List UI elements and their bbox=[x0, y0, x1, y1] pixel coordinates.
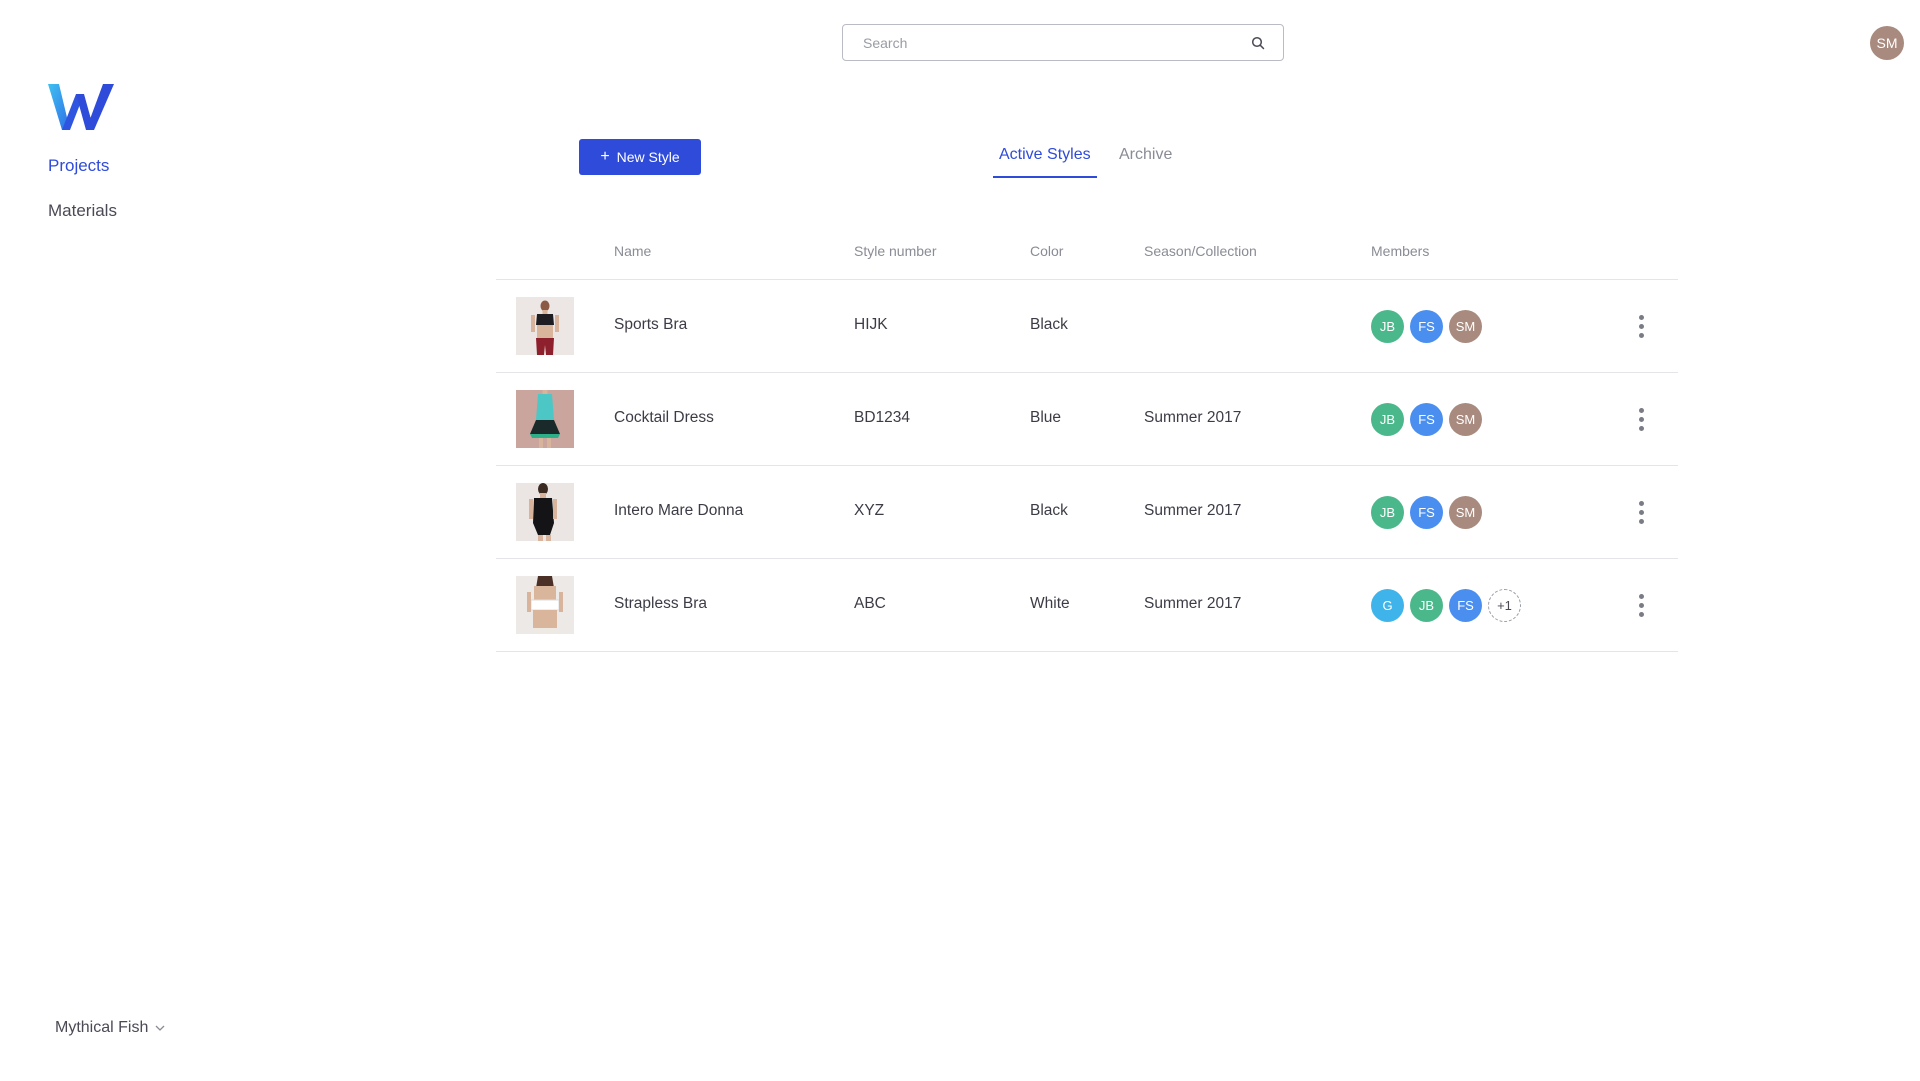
product-thumbnail[interactable] bbox=[516, 576, 574, 634]
style-number: XYZ bbox=[854, 502, 885, 519]
style-number: ABC bbox=[854, 595, 886, 612]
more-members-badge[interactable]: +1 bbox=[1488, 589, 1521, 622]
styles-table: Name Style number Color Season/Collectio… bbox=[496, 230, 1678, 652]
members-list: JB FS SM bbox=[1371, 310, 1482, 343]
member-avatar[interactable]: SM bbox=[1449, 310, 1482, 343]
member-avatar[interactable]: SM bbox=[1449, 496, 1482, 529]
product-thumbnail[interactable] bbox=[516, 483, 574, 541]
plus-icon: + bbox=[600, 148, 610, 165]
column-header-name[interactable]: Name bbox=[614, 243, 651, 259]
style-color: White bbox=[1030, 595, 1070, 612]
new-style-button[interactable]: + New Style bbox=[579, 139, 701, 175]
search-bar[interactable] bbox=[842, 24, 1284, 61]
more-options-icon[interactable] bbox=[1632, 404, 1650, 434]
members-list: G JB FS +1 bbox=[1371, 589, 1521, 622]
column-header-style-number[interactable]: Style number bbox=[854, 243, 936, 259]
members-list: JB FS SM bbox=[1371, 496, 1482, 529]
more-options-icon[interactable] bbox=[1632, 497, 1650, 527]
app-logo[interactable] bbox=[48, 84, 114, 130]
user-avatar[interactable]: SM bbox=[1870, 26, 1904, 60]
member-avatar[interactable]: JB bbox=[1371, 403, 1404, 436]
sidebar-item-materials[interactable]: Materials bbox=[48, 201, 117, 221]
new-style-label: New Style bbox=[616, 149, 680, 165]
member-avatar[interactable]: JB bbox=[1371, 310, 1404, 343]
style-number: BD1234 bbox=[854, 409, 911, 426]
product-thumbnail[interactable] bbox=[516, 390, 574, 448]
style-name[interactable]: Strapless Bra bbox=[614, 595, 707, 613]
column-header-color[interactable]: Color bbox=[1030, 243, 1063, 259]
more-options-icon[interactable] bbox=[1632, 590, 1650, 620]
member-avatar[interactable]: FS bbox=[1410, 310, 1443, 343]
product-thumbnail[interactable] bbox=[516, 297, 574, 355]
member-avatar[interactable]: SM bbox=[1449, 403, 1482, 436]
style-name[interactable]: Intero Mare Donna bbox=[614, 502, 743, 520]
member-avatar[interactable]: FS bbox=[1449, 589, 1482, 622]
workspace-switcher[interactable]: Mythical Fish bbox=[55, 1019, 166, 1037]
sidebar-item-projects[interactable]: Projects bbox=[48, 156, 109, 176]
more-options-icon[interactable] bbox=[1632, 311, 1650, 341]
column-header-season[interactable]: Season/Collection bbox=[1144, 243, 1257, 259]
style-name[interactable]: Cocktail Dress bbox=[614, 409, 714, 427]
table-row[interactable]: Strapless Bra ABC White Summer 2017 G JB… bbox=[496, 559, 1678, 652]
table-row[interactable]: Cocktail Dress BD1234 Blue Summer 2017 J… bbox=[496, 373, 1678, 466]
style-name[interactable]: Sports Bra bbox=[614, 316, 687, 334]
style-color: Blue bbox=[1030, 409, 1062, 426]
table-header: Name Style number Color Season/Collectio… bbox=[496, 230, 1678, 280]
table-row[interactable]: Intero Mare Donna XYZ Black Summer 2017 … bbox=[496, 466, 1678, 559]
style-season: Summer 2017 bbox=[1144, 502, 1242, 519]
table-row[interactable]: Sports Bra HIJK Black JB FS SM bbox=[496, 280, 1678, 373]
style-season: Summer 2017 bbox=[1144, 409, 1242, 426]
style-color: Black bbox=[1030, 316, 1068, 333]
style-season: Summer 2017 bbox=[1144, 595, 1242, 612]
column-header-members[interactable]: Members bbox=[1371, 243, 1429, 259]
style-color: Black bbox=[1030, 502, 1068, 519]
member-avatar[interactable]: JB bbox=[1410, 589, 1443, 622]
workspace-name: Mythical Fish bbox=[55, 1019, 149, 1036]
members-list: JB FS SM bbox=[1371, 403, 1482, 436]
member-avatar[interactable]: JB bbox=[1371, 496, 1404, 529]
tab-active-styles[interactable]: Active Styles bbox=[993, 146, 1097, 178]
search-icon[interactable] bbox=[1251, 36, 1265, 50]
member-avatar[interactable]: FS bbox=[1410, 496, 1443, 529]
search-input[interactable] bbox=[863, 34, 1251, 51]
member-avatar[interactable]: G bbox=[1371, 589, 1404, 622]
chevron-down-icon bbox=[155, 1025, 165, 1031]
tab-archive[interactable]: Archive bbox=[1119, 146, 1172, 176]
style-number: HIJK bbox=[854, 316, 888, 333]
member-avatar[interactable]: FS bbox=[1410, 403, 1443, 436]
